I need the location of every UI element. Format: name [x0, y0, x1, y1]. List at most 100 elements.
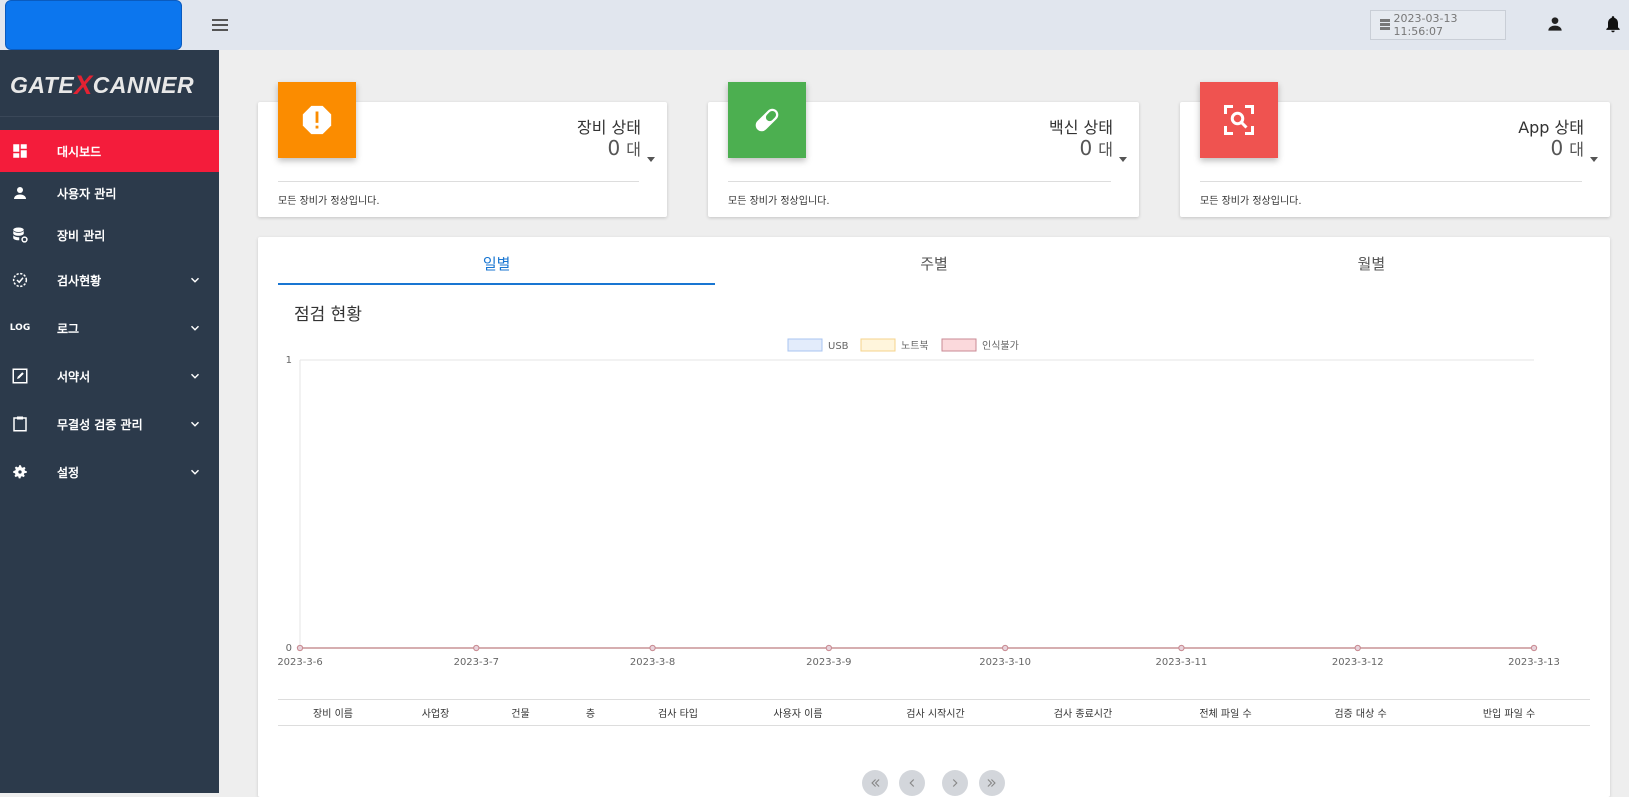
data-point — [825, 644, 832, 652]
sidebar-item-label: 검사현황 — [57, 273, 102, 288]
x-tick-label: 2023-3-10 — [979, 657, 1031, 668]
user-icon[interactable] — [1545, 14, 1565, 34]
card-count: 0 — [607, 136, 621, 160]
tab-weekly[interactable]: 주별 — [715, 237, 1152, 285]
app-status-card: App 상태 0대 모든 장비가 정상입니다. — [1180, 82, 1610, 217]
inspection-chart: 0 1 2023-3-6 2023-3-7 2023-3-8 2023-3-9 2023-3… — [278, 338, 1560, 668]
chevron-down-icon[interactable] — [188, 465, 202, 479]
chevron-down-icon[interactable] — [188, 369, 202, 383]
logo-text-left: GATE — [10, 71, 75, 98]
sidebar-item-log[interactable]: LOG 로그 — [0, 304, 219, 352]
sidebar-item-inspection-status[interactable]: 검사현황 — [0, 256, 219, 304]
tab-monthly[interactable]: 월별 — [1153, 237, 1590, 285]
bell-icon[interactable] — [1603, 14, 1623, 34]
divider — [278, 181, 639, 182]
table-column-header: 장비 이름 — [313, 709, 353, 720]
sidebar-item-label: 무결성 검증 관리 — [57, 417, 143, 432]
gear-icon — [13, 465, 27, 479]
caret-down-icon[interactable] — [1590, 157, 1598, 162]
vaccine-status-card: 백신 상태 0대 모든 장비가 정상입니다. — [708, 82, 1139, 217]
data-point — [1530, 644, 1538, 652]
tab-daily[interactable]: 일별 — [278, 237, 716, 285]
sidebar-item-user-management[interactable]: 사용자 관리 — [0, 172, 219, 214]
data-point — [649, 644, 656, 652]
table-column-header: 검사 종료시간 — [1053, 709, 1113, 720]
card-title: App 상태 — [1518, 118, 1584, 137]
pagination — [862, 770, 1005, 796]
prev-page-icon[interactable] — [899, 770, 925, 796]
legend-label: USB — [828, 341, 849, 352]
first-page-icon[interactable] — [862, 770, 888, 796]
sidebar-item-settings[interactable]: 설정 — [0, 448, 219, 496]
sidebar-item-label: 대시보드 — [57, 144, 102, 159]
sidebar-nav: 대시보드 사용자 관리 장비 관리 검사현황 LOG 로그 서약서 무결성 검증… — [0, 130, 219, 496]
legend-label: 노트북 — [901, 340, 929, 352]
card-footer: 모든 장비가 정상입니다. — [1200, 196, 1302, 207]
sidebar-item-label: 설정 — [57, 465, 80, 480]
divider — [728, 181, 1111, 182]
sidebar-item-label: 서약서 — [57, 369, 91, 384]
table-column-header: 전체 파일 수 — [1199, 709, 1252, 720]
table-column-header: 검사 시작시간 — [906, 709, 965, 720]
sidebar-item-pledge[interactable]: 서약서 — [0, 352, 219, 400]
sidebar: GATE X CANNER 대시보드 사용자 관리 장비 관리 검사현황 LOG 로… — [0, 50, 219, 793]
last-page-icon[interactable] — [979, 770, 1005, 796]
sidebar-item-label: 장비 관리 — [57, 228, 106, 243]
data-point — [1178, 644, 1185, 652]
chevron-down-icon[interactable] — [188, 417, 202, 431]
chevron-down-icon[interactable] — [188, 273, 202, 287]
card-unit: 대 — [1098, 140, 1113, 159]
legend-label: 인식불가 — [982, 340, 1019, 352]
gatexcanner-logo: GATE X CANNER — [10, 70, 194, 100]
legend-swatch — [787, 338, 823, 352]
table-column-header: 층 — [585, 709, 596, 720]
sidebar-item-integrity[interactable]: 무결성 검증 관리 — [0, 400, 219, 448]
card-footer: 모든 장비가 정상입니다. — [278, 196, 380, 207]
sidebar-item-dashboard[interactable]: 대시보드 — [0, 130, 219, 172]
table-header: 장비 이름 사업장 건물 층 검사 타입 사용자 이름 검사 시작시간 검사 종료시간 전체 파… — [278, 699, 1590, 726]
server-icon — [1380, 19, 1390, 31]
card-value: 0대 — [608, 136, 641, 160]
legend-swatch — [860, 338, 896, 352]
period-tabs: 일별 주별 월별 — [278, 237, 1590, 285]
x-tick-label: 2023-3-12 — [1332, 657, 1384, 668]
data-point — [1002, 644, 1009, 652]
edit-icon — [12, 368, 28, 384]
divider — [0, 116, 219, 117]
person-icon — [14, 187, 26, 199]
check-circle-icon — [12, 272, 28, 288]
x-tick-label: 2023-3-7 — [454, 657, 499, 668]
server-clock: 2023-03-13 11:56:07 — [1370, 10, 1506, 40]
card-footer: 모든 장비가 정상입니다. — [728, 196, 830, 207]
card-value: 0대 — [1551, 136, 1584, 160]
menu-icon[interactable] — [208, 14, 232, 36]
legend-swatch — [941, 338, 977, 352]
clipboard-icon — [13, 416, 27, 432]
next-page-icon[interactable] — [942, 770, 968, 796]
card-title: 백신 상태 — [1049, 118, 1113, 137]
y-tick-label: 0 — [286, 643, 292, 654]
log-icon: LOG — [9, 323, 31, 333]
card-count: 0 — [1079, 136, 1093, 160]
top-bar: 2023-03-13 11:56:07 — [0, 0, 1629, 50]
chevron-down-icon[interactable] — [188, 321, 202, 335]
device-status-card: 장비 상태 0대 모든 장비가 정상입니다. — [258, 82, 667, 217]
sidebar-item-device-management[interactable]: 장비 관리 — [0, 214, 219, 256]
card-title: 장비 상태 — [577, 118, 641, 137]
clock-text: 2023-03-13 11:56:07 — [1393, 12, 1458, 38]
data-point — [473, 644, 480, 652]
brand-block[interactable] — [5, 0, 182, 50]
pill-icon — [728, 82, 806, 158]
table-column-header: 검사 타입 — [658, 709, 698, 720]
x-tick-label: 2023-3-9 — [806, 657, 851, 668]
caret-down-icon[interactable] — [1119, 157, 1127, 162]
caret-down-icon[interactable] — [647, 157, 655, 162]
card-value: 0대 — [1080, 136, 1113, 160]
card-unit: 대 — [626, 140, 641, 159]
x-tick-label: 2023-3-6 — [278, 657, 323, 668]
dashboard-icon — [13, 144, 27, 158]
scan-search-icon — [1200, 82, 1278, 158]
table-column-header: 검증 대상 수 — [1334, 709, 1387, 720]
inspection-panel: 일별 주별 월별 점검 현황 0 1 2023-3-6 2023-3-7 2023-3-… — [258, 237, 1610, 797]
card-unit: 대 — [1569, 140, 1584, 159]
